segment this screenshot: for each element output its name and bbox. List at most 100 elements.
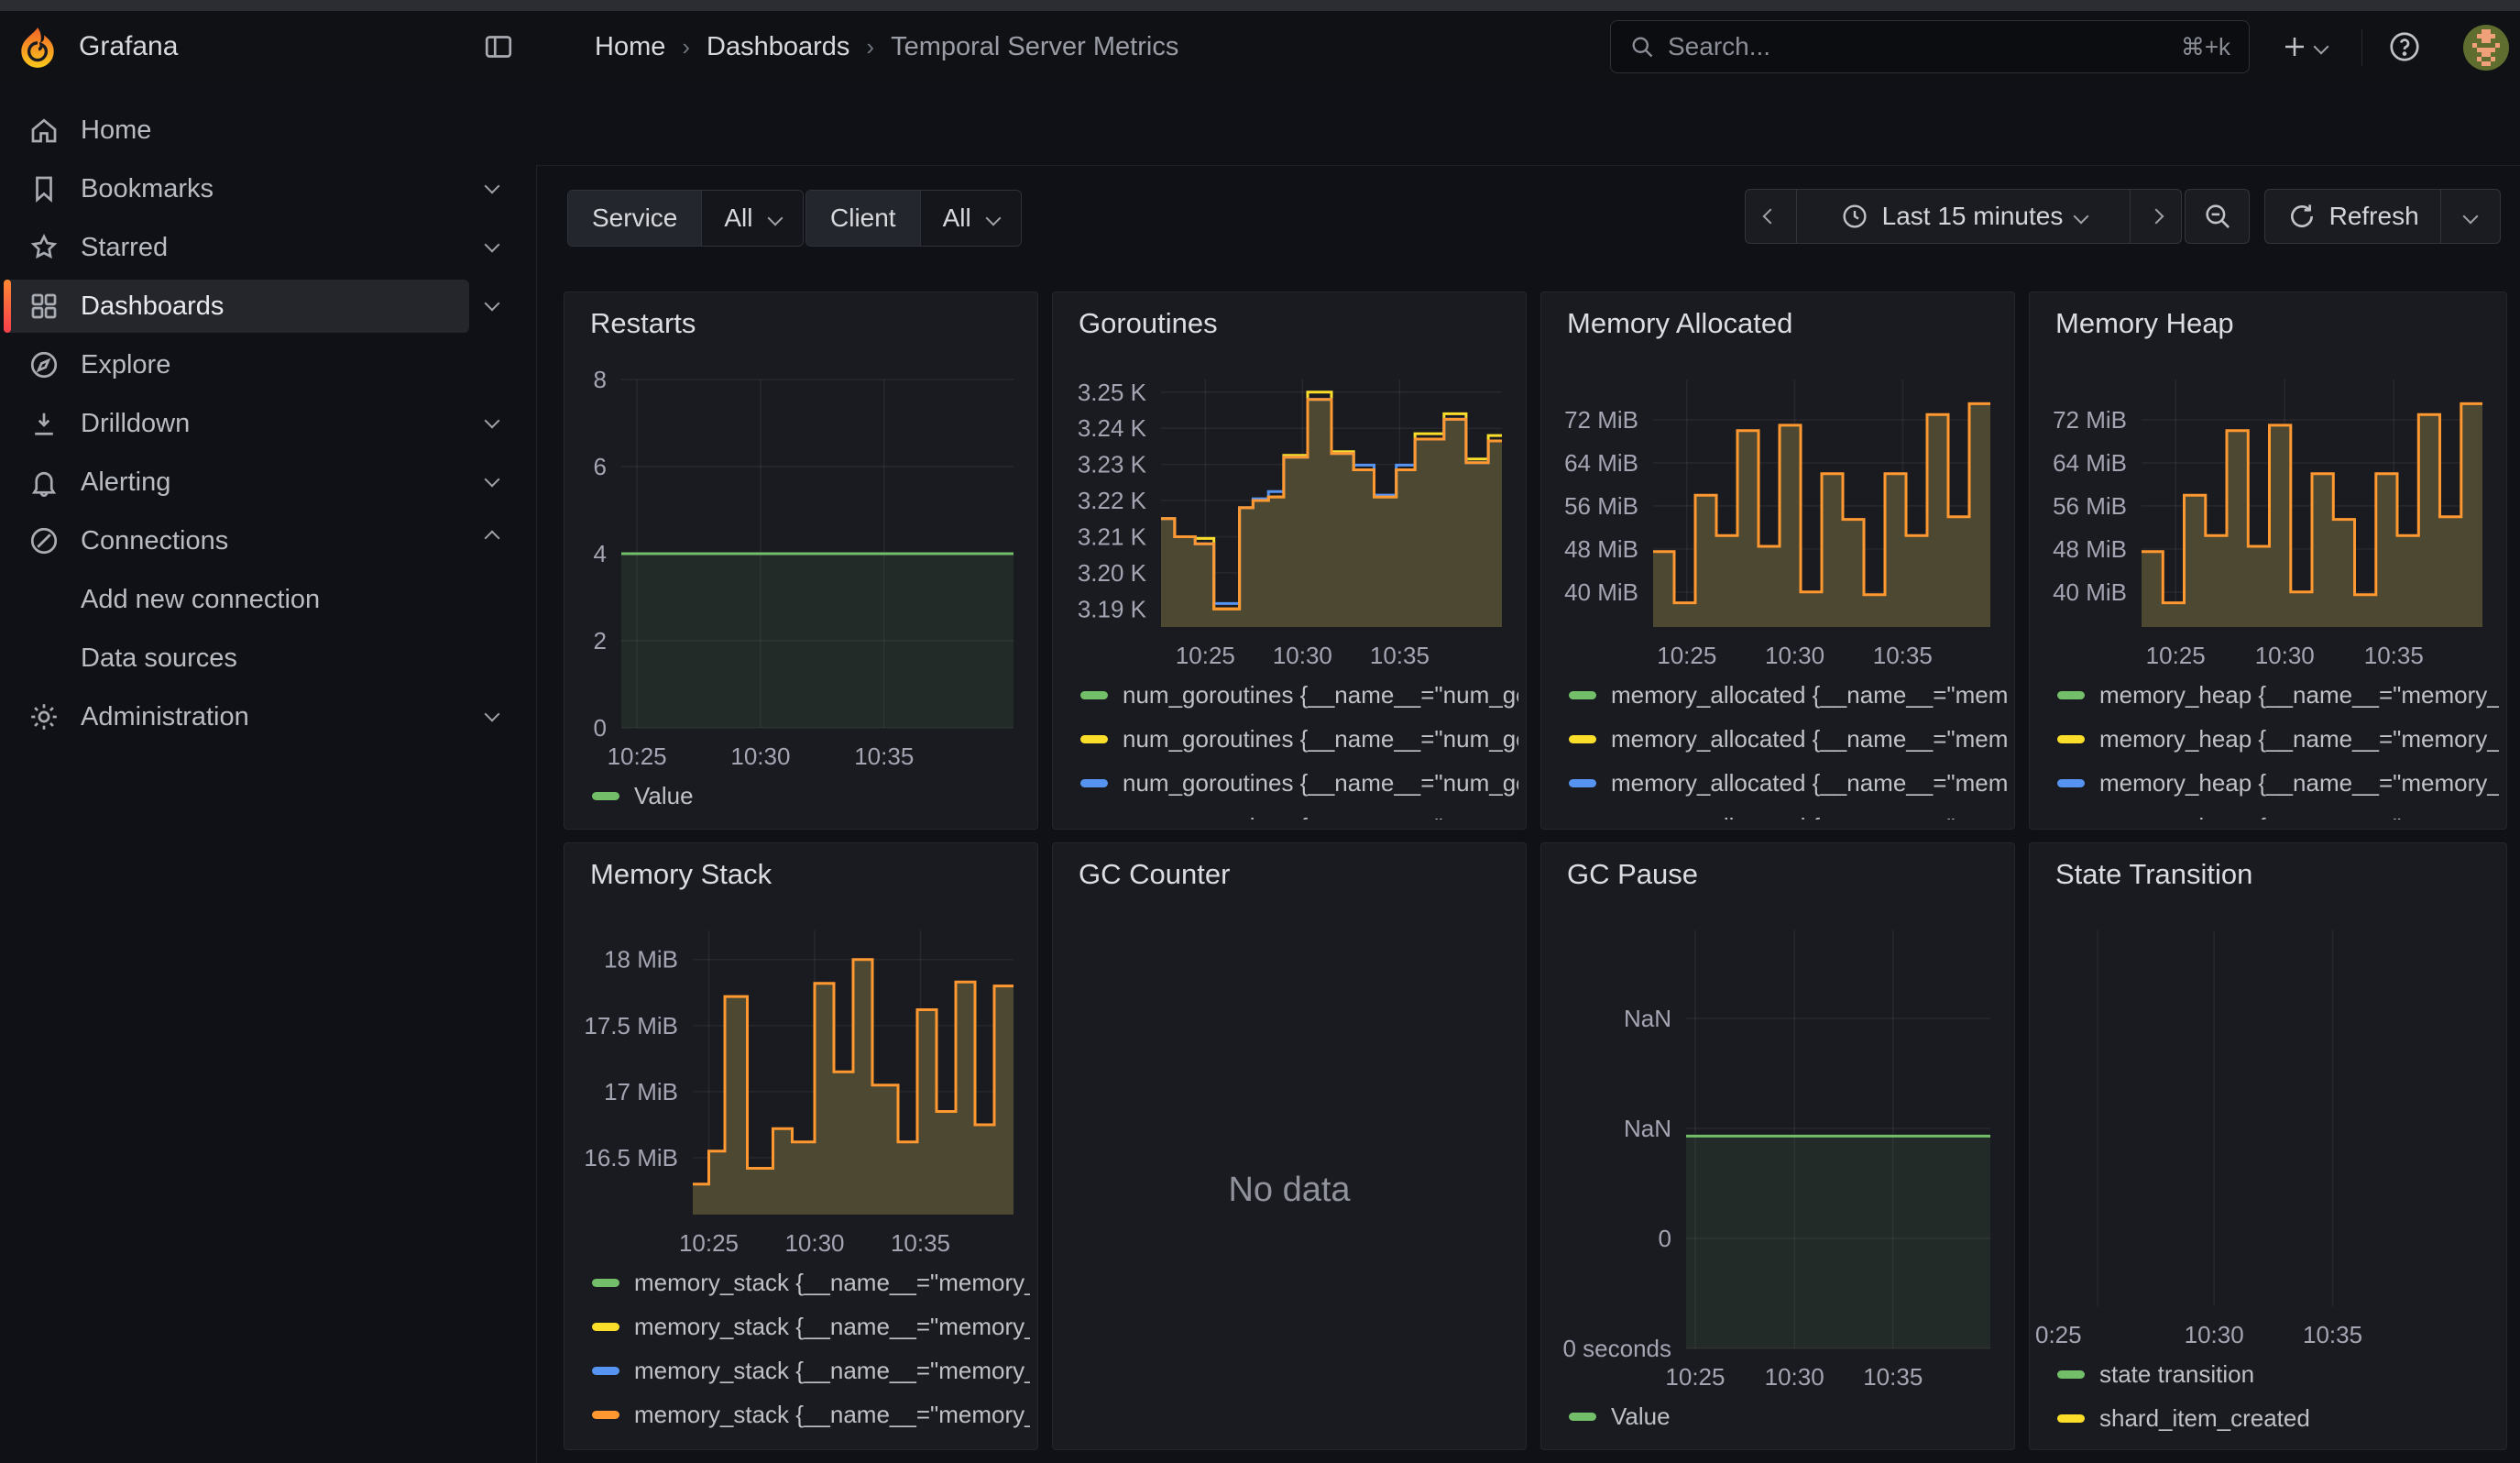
panel-legend: memory_allocated {__name__="memomemory_a…: [1569, 673, 2007, 820]
legend-swatch: [2057, 735, 2085, 743]
legend-item[interactable]: memory_allocated {__name__="memo: [1569, 761, 2007, 805]
search-icon: [1629, 34, 1655, 60]
legend-item[interactable]: memory_heap {__name__="memory_h: [2057, 761, 2499, 805]
dock-sidebar-toggle-icon[interactable]: [477, 29, 513, 66]
panel-memory_allocated: Memory Allocated40 MiB48 MiB56 MiB64 MiB…: [1540, 292, 2015, 830]
sidebar-item-home[interactable]: Home: [0, 101, 536, 160]
sidebar-item-label: Drilldown: [81, 394, 190, 453]
no-data-message: No data: [1053, 1171, 1526, 1210]
legend-item[interactable]: memory_allocated {__name__="memo: [1569, 805, 2007, 820]
sidebar-item-label: Starred: [81, 218, 168, 277]
legend-item[interactable]: memory_allocated {__name__="memo: [1569, 717, 2007, 761]
legend-item[interactable]: num_goroutines {__name__="num_go: [1080, 673, 1518, 717]
svg-text:3.24 K: 3.24 K: [1078, 414, 1147, 442]
sidebar-item-bookmarks[interactable]: Bookmarks: [0, 160, 536, 218]
time-forward-button[interactable]: [2130, 190, 2181, 243]
svg-text:10:30: 10:30: [2185, 1321, 2244, 1348]
legend-swatch: [1569, 1413, 1596, 1421]
sidebar-item-connections[interactable]: Connections: [0, 512, 536, 570]
legend-item[interactable]: num_goroutines {__name__="num_go: [1080, 761, 1518, 805]
legend-item[interactable]: memory_allocated {__name__="memo: [1569, 673, 2007, 717]
legend-item[interactable]: memory_stack {__name__="memory_s: [592, 1392, 1030, 1436]
help-button[interactable]: [2381, 20, 2428, 73]
plot-area[interactable]: 0 seconds0NaNNaN10:2510:3010:35: [1541, 843, 2014, 1449]
sidebar-item-drilldown[interactable]: Drilldown: [0, 394, 536, 453]
legend-item[interactable]: shard_item_created: [2057, 1396, 2499, 1440]
time-back-button[interactable]: [1746, 190, 1796, 243]
chevron-left-icon: [1763, 209, 1779, 225]
time-range-picker[interactable]: Last 15 minutes: [1796, 190, 2130, 243]
chevron-up-icon[interactable]: [485, 531, 500, 546]
legend-item[interactable]: num_goroutines {__name__="num_go: [1080, 805, 1518, 820]
chevron-down-icon: [2314, 39, 2329, 55]
sidebar-item-highlight: [4, 162, 469, 215]
sidebar-item-label: Administration: [81, 688, 249, 746]
svg-text:10:25: 10:25: [679, 1229, 739, 1257]
grid-icon: [27, 290, 60, 323]
clock-icon: [1840, 202, 1869, 231]
grafana-logo: [15, 25, 60, 71]
sidebar-item-alerting[interactable]: Alerting: [0, 453, 536, 512]
legend-item[interactable]: Value: [592, 774, 1030, 818]
panel-title[interactable]: GC Counter: [1079, 858, 1230, 891]
user-avatar[interactable]: [2463, 25, 2509, 71]
legend-swatch: [1569, 735, 1596, 743]
legend-label: memory_stack {__name__="memory_s: [634, 1357, 1030, 1385]
legend-item[interactable]: memory_heap {__name__="memory_h: [2057, 673, 2499, 717]
sidebar-item-administration[interactable]: Administration: [0, 688, 536, 746]
service-variable-value[interactable]: All: [701, 191, 802, 246]
legend-item[interactable]: num_goroutines {__name__="num_go: [1080, 717, 1518, 761]
chevron-down-icon[interactable]: [485, 472, 500, 488]
svg-text:10:35: 10:35: [854, 742, 914, 770]
legend-label: num_goroutines {__name__="num_go: [1123, 769, 1518, 798]
breadcrumb-home[interactable]: Home: [595, 32, 665, 62]
brand-name[interactable]: Grafana: [79, 11, 178, 82]
refresh-interval-button[interactable]: [2440, 190, 2500, 243]
zoom-out-button[interactable]: [2185, 189, 2250, 244]
panel-memory_heap: Memory Heap40 MiB48 MiB56 MiB64 MiB72 Mi…: [2029, 292, 2507, 830]
star-icon: [27, 231, 60, 264]
legend-item[interactable]: memory_stack {__name__="memory_s: [592, 1348, 1030, 1392]
time-range-label: Last 15 minutes: [1882, 202, 2064, 231]
grafana-app: Grafana Home › Dashboards › Temporal Ser…: [0, 0, 2520, 1463]
search-input[interactable]: Search... ⌘+k: [1610, 20, 2250, 73]
svg-text:3.25 K: 3.25 K: [1078, 379, 1147, 406]
legend-label: memory_allocated {__name__="memo: [1611, 769, 2007, 798]
add-button[interactable]: [2267, 20, 2340, 73]
service-variable-label: Service: [568, 191, 701, 246]
refresh-controls: Refresh: [2264, 189, 2501, 244]
svg-text:6: 6: [594, 453, 607, 480]
plot-area[interactable]: 0246810:2510:3010:35: [564, 292, 1037, 829]
chevron-right-icon: [2148, 209, 2164, 225]
sidebar-item-explore[interactable]: Explore: [0, 336, 536, 394]
legend-item[interactable]: memory_stack {__name__="memory_s: [592, 1260, 1030, 1304]
chevron-down-icon[interactable]: [485, 237, 500, 253]
sidebar-item-starred[interactable]: Starred: [0, 218, 536, 277]
svg-text:16.5 MiB: 16.5 MiB: [584, 1144, 678, 1172]
legend-item[interactable]: memory_heap {__name__="memory_h: [2057, 717, 2499, 761]
sidebar-item-dashboards[interactable]: Dashboards: [0, 277, 536, 336]
chevron-down-icon[interactable]: [485, 296, 500, 312]
sidebar-item-highlight: [4, 397, 469, 450]
breadcrumb-dashboards[interactable]: Dashboards: [707, 32, 849, 62]
legend-item[interactable]: Value: [1569, 1394, 2007, 1438]
svg-text:10:25: 10:25: [1176, 642, 1235, 669]
active-indicator-bar: [4, 280, 11, 333]
sidebar-item-data-sources[interactable]: Data sources: [0, 629, 536, 688]
legend-item[interactable]: memory_heap {__name__="memory_h: [2057, 805, 2499, 820]
legend-item[interactable]: state transition: [2057, 1352, 2499, 1396]
plug-icon: [27, 524, 60, 557]
legend-item[interactable]: memory_stack {__name__="memory_s: [592, 1304, 1030, 1348]
client-variable-value[interactable]: All: [920, 191, 1021, 246]
svg-text:10:30: 10:30: [2255, 642, 2315, 669]
svg-text:40 MiB: 40 MiB: [2053, 578, 2127, 606]
sidebar-item-add-new-connection[interactable]: Add new connection: [0, 570, 536, 629]
refresh-button[interactable]: Refresh: [2265, 190, 2440, 243]
legend-swatch: [1080, 735, 1108, 743]
sidebar-item-highlight: [4, 514, 469, 567]
legend-label: Value: [634, 782, 694, 810]
chevron-down-icon[interactable]: [485, 413, 500, 429]
chevron-down-icon[interactable]: [485, 707, 500, 722]
svg-text:48 MiB: 48 MiB: [1564, 535, 1638, 563]
chevron-down-icon[interactable]: [485, 179, 500, 194]
